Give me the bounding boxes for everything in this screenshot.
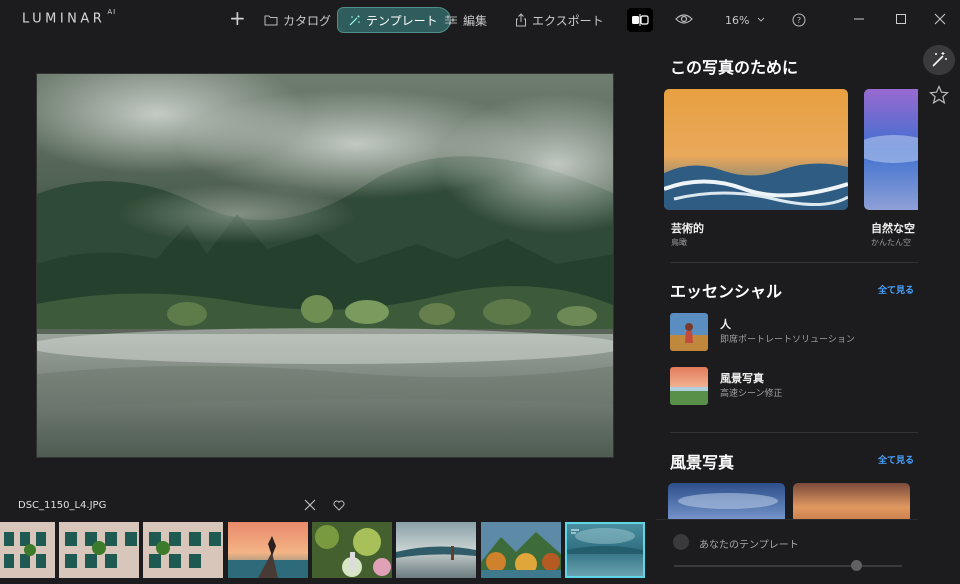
photo-filename: DSC_1150_L4.JPG [18,500,107,511]
minimize-icon[interactable] [853,12,865,26]
sliders-icon [445,15,457,25]
close-icon[interactable] [304,499,316,511]
filmstrip-thumb[interactable] [481,522,561,578]
essential-name: 人 [720,318,731,331]
svg-text:?: ? [797,16,801,25]
main-photo-canvas[interactable] [36,73,614,458]
essentials-see-all-link[interactable]: 全て見る [878,283,914,296]
filmstrip-thumb-selected[interactable] [565,522,645,578]
template-card-name: 芸術的 [671,222,704,235]
tab-export[interactable]: エクスポート [515,8,604,32]
landscape-see-all-link[interactable]: 全て見る [878,453,914,466]
template-card-natural-sky[interactable] [864,89,918,210]
essential-sub: 即席ポートレートソリューション [720,335,855,345]
maximize-icon[interactable] [895,12,907,26]
filmstrip-thumb[interactable] [312,522,392,578]
close-icon[interactable] [934,12,946,26]
essential-thumb [670,313,708,351]
template-card-sub: 鳥瞰 [671,238,687,247]
folder-icon [264,15,278,26]
app-logo: LUMINAR AI [22,8,117,27]
split-view-icon [632,14,649,26]
filmstrip-thumb[interactable] [59,522,139,578]
magic-sparkle-icon [349,15,360,25]
heart-icon[interactable] [333,500,345,511]
template-card-artistic[interactable] [664,89,848,210]
chevron-down-icon [758,17,765,22]
section-title-essentials: エッセンシャル [670,282,783,301]
filmstrip-thumb[interactable] [228,522,308,578]
filmstrip [0,522,650,578]
tab-edit[interactable]: 編集 [444,8,487,32]
template-amount-slider[interactable] [674,565,902,567]
template-card-name: 自然な空 [871,222,915,235]
tab-templates-label: テンプレート [366,13,438,28]
help-icon[interactable]: ? [792,13,806,27]
zoom-dropdown[interactable]: 16% [725,8,770,32]
section-title-landscape: 風景写真 [670,453,735,472]
section-title-for-photo: この写真のために [670,58,799,77]
compare-toggle-button[interactable] [627,8,653,32]
add-photos-button[interactable]: + [229,6,246,30]
tab-catalog-label: カタログ [283,13,332,28]
your-templates-bar: あなたのテンプレート [656,519,918,584]
filmstrip-thumb[interactable] [396,522,476,578]
slider-handle[interactable] [850,560,862,571]
essential-name: 風景写真 [720,372,764,385]
top-bar: LUMINAR AI + カタログ テンプレート 編集 エクスポート 16% ? [0,0,960,40]
your-templates-toggle[interactable] [673,534,689,550]
eye-icon[interactable] [675,12,693,26]
templates-panel: この写真のために 芸術的 鳥瞰 自然な空 かんたん空 エッセンシャル 全て見る … [656,40,918,584]
tab-templates[interactable]: テンプレート [337,7,451,33]
filmstrip-thumb[interactable] [0,522,55,578]
star-icon[interactable] [929,85,949,105]
tab-edit-label: 編集 [463,13,488,28]
template-card-landscape[interactable] [793,483,910,523]
templates-tool-button[interactable] [923,45,955,75]
tab-catalog[interactable]: カタログ [264,8,331,32]
main-photo [37,74,613,457]
template-card-sub: かんたん空 [871,238,911,247]
template-card-landscape[interactable] [668,483,785,523]
essential-sub: 高速シーン修正 [720,389,783,399]
share-icon [516,13,526,27]
magic-wand-icon [932,52,947,67]
tab-export-label: エクスポート [532,13,604,28]
zoom-value: 16% [725,13,750,27]
your-templates-label: あなたのテンプレート [699,540,799,551]
filmstrip-thumb[interactable] [143,522,223,578]
divider [670,262,918,263]
essential-thumb [670,367,708,405]
divider [670,432,918,433]
